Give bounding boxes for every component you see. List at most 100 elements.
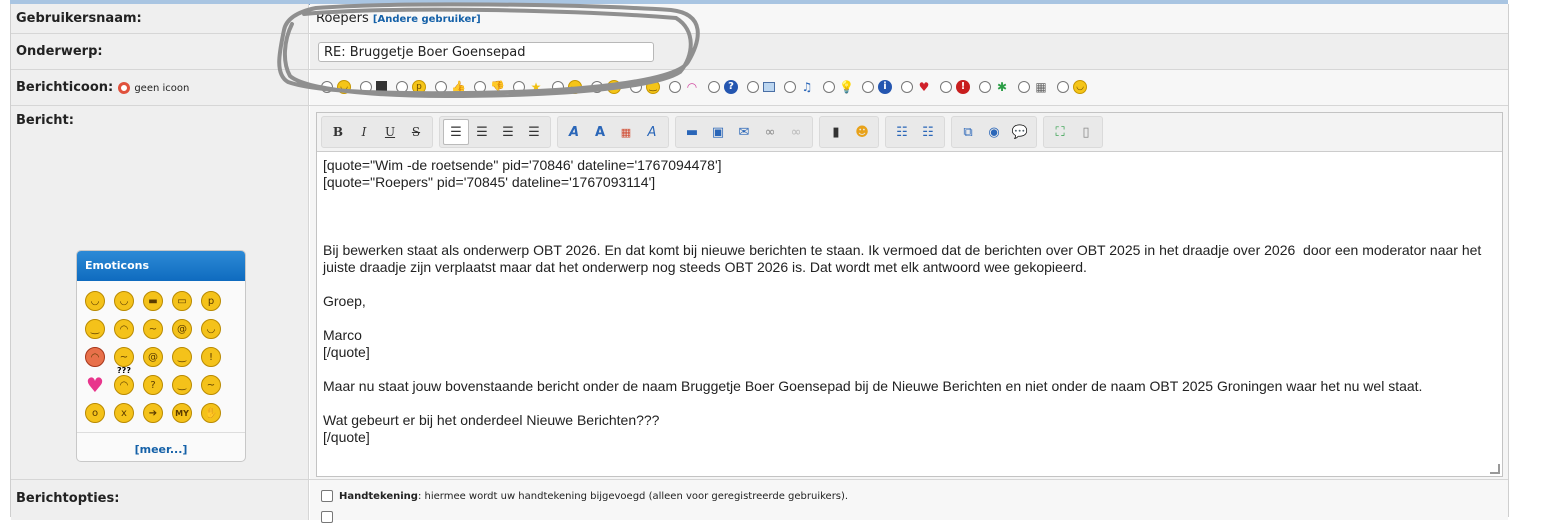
emoticon-huh[interactable]: ??? ◠ xyxy=(114,366,134,395)
insert-image-button[interactable]: ▣ xyxy=(705,119,731,145)
format-group: B I U S xyxy=(321,116,433,148)
emoticon-angel[interactable]: ◡ xyxy=(201,319,221,339)
emoticon-angry[interactable]: ◠ xyxy=(85,347,105,367)
icon-radio[interactable] xyxy=(979,81,991,93)
emoticon-my[interactable]: MY xyxy=(172,403,192,423)
subject-label: Onderwerp: xyxy=(11,34,309,69)
emoticon-confused[interactable]: ~ xyxy=(143,319,163,339)
horizontal-rule-button[interactable]: ▬ xyxy=(679,119,705,145)
emoticon-dizzy[interactable]: @ xyxy=(143,347,163,367)
emoticon-wink[interactable]: ‿ xyxy=(85,319,105,339)
emoticon-smile[interactable]: ◡ xyxy=(85,291,105,311)
emoticons-title: Emoticons xyxy=(77,251,245,281)
ordered-list-button[interactable]: ☷ xyxy=(915,119,941,145)
message-icon-row: Berichticoon: geen icoon ◡ p 👍 👎 ★ ◡ o ‿… xyxy=(11,70,1508,106)
icon-radio[interactable] xyxy=(823,81,835,93)
bullet-list-button[interactable]: ☷ xyxy=(889,119,915,145)
icon-radio[interactable] xyxy=(552,81,564,93)
emoticon-worried[interactable]: ~ xyxy=(114,347,134,367)
strikethrough-button[interactable]: S xyxy=(403,119,429,145)
options-label: Berichtopties: xyxy=(11,480,309,520)
message-textarea[interactable]: [quote="Wim -de roetsende" pid='70846' d… xyxy=(323,157,1496,446)
font-button[interactable]: A xyxy=(561,119,587,145)
icon-radio[interactable] xyxy=(513,81,525,93)
quote-button[interactable]: 💬 xyxy=(1007,119,1033,145)
icon-radio[interactable] xyxy=(1057,81,1069,93)
emoticon-idea[interactable]: ? xyxy=(143,375,163,395)
emoticon-heart[interactable]: ♥ xyxy=(85,373,105,397)
align-group: ☰ ☰ ☰ ☰ xyxy=(439,116,551,148)
icon-radio[interactable] xyxy=(901,81,913,93)
align-right-button[interactable]: ☰ xyxy=(495,119,521,145)
signature-checkbox[interactable] xyxy=(321,490,333,502)
block-group: ⧉ ◉ 💬 xyxy=(951,116,1037,148)
no-icon-radio[interactable] xyxy=(117,81,130,94)
font-size-button[interactable]: A xyxy=(587,119,613,145)
emoticon-arrow[interactable]: ➔ xyxy=(143,403,163,423)
php-button[interactable]: ◉ xyxy=(981,119,1007,145)
insert-email-button[interactable]: ✉ xyxy=(731,119,757,145)
subject-input[interactable] xyxy=(318,42,654,62)
emoticon-sick[interactable]: x xyxy=(114,403,134,423)
icon-radio[interactable] xyxy=(708,81,720,93)
emoticon-sleepy[interactable]: ‿ xyxy=(172,347,192,367)
icon-radio[interactable] xyxy=(591,81,603,93)
icon-radio[interactable] xyxy=(435,81,447,93)
other-user-link[interactable]: [Andere gebruiker] xyxy=(373,14,481,25)
icon-radio[interactable] xyxy=(1018,81,1030,93)
icon-radio[interactable] xyxy=(669,81,681,93)
icon-radio[interactable] xyxy=(862,81,874,93)
icon-radio[interactable] xyxy=(747,81,759,93)
second-option-checkbox[interactable] xyxy=(321,511,333,523)
emoticon-cool[interactable]: ▬ xyxy=(143,291,163,311)
emoticon-at[interactable]: @ xyxy=(172,319,192,339)
info-icon: i xyxy=(878,80,892,94)
maximize-icon: ⛶ xyxy=(1055,124,1065,140)
code-button[interactable]: ⧉ xyxy=(955,119,981,145)
emoticons-more-link[interactable]: [meer...] xyxy=(77,443,245,456)
code-icon: ⧉ xyxy=(963,124,973,140)
laugh-icon: ◡ xyxy=(1073,80,1087,94)
emoticon-smirk[interactable]: ‿ xyxy=(172,375,192,395)
video-icon: ▮ xyxy=(832,124,840,140)
unlink-button[interactable]: ∞ xyxy=(783,119,809,145)
underline-button[interactable]: U xyxy=(377,119,403,145)
emoticon-sad[interactable]: ◠ xyxy=(114,319,134,339)
emoticon-grin[interactable]: ▭ xyxy=(172,291,192,311)
maximize-button[interactable]: ⛶ xyxy=(1047,119,1073,145)
remove-format-icon: A xyxy=(647,124,657,140)
emoticons-divider xyxy=(77,432,245,433)
insert-video-button[interactable]: ▮ xyxy=(823,119,849,145)
emoticons-panel: Emoticons ◡ ◡ ▬ ▭ p ‿ ◠ ~ @ ◡ ◠ ~ @ ‿ ! … xyxy=(76,250,246,462)
emoticon-clap[interactable]: ✋ xyxy=(201,403,221,423)
username-row: Gebruikersnaam: Roepers [Andere gebruike… xyxy=(11,4,1508,34)
bold-button[interactable]: B xyxy=(325,119,351,145)
insert-emoticon-button[interactable]: ☻ xyxy=(849,119,875,145)
emoticon-shy[interactable]: ~ xyxy=(201,375,221,395)
icon-radio[interactable] xyxy=(396,81,408,93)
emoticon-happy[interactable]: ◡ xyxy=(114,291,134,311)
align-left-button[interactable]: ☰ xyxy=(443,119,469,145)
message-icon-label-cell: Berichticoon: geen icoon xyxy=(11,70,309,105)
icon-radio[interactable] xyxy=(321,81,333,93)
justify-button[interactable]: ☰ xyxy=(521,119,547,145)
emoticon-crying[interactable]: o xyxy=(85,403,105,423)
resize-handle[interactable] xyxy=(1490,464,1500,474)
icon-radio[interactable] xyxy=(630,81,642,93)
emoticon-exclamation[interactable]: ! xyxy=(201,347,221,367)
insert-link-button[interactable]: ∞ xyxy=(757,119,783,145)
font-icon: A xyxy=(568,124,580,140)
remove-format-button[interactable]: A xyxy=(639,119,665,145)
emoticon-tongue[interactable]: p xyxy=(201,291,221,311)
align-center-button[interactable]: ☰ xyxy=(469,119,495,145)
icon-radio[interactable] xyxy=(940,81,952,93)
italic-button[interactable]: I xyxy=(351,119,377,145)
other-user-link-text: Andere gebruiker xyxy=(377,14,477,25)
username-label: Gebruikersnaam: xyxy=(11,4,309,33)
source-mode-button[interactable]: ▯ xyxy=(1073,119,1099,145)
icon-radio[interactable] xyxy=(784,81,796,93)
icon-radio[interactable] xyxy=(474,81,486,93)
color-button[interactable]: ▦ xyxy=(613,119,639,145)
message-editor: B I U S ☰ ☰ ☰ ☰ A A ▦ A ▬ ▣ ✉ ∞ ∞ ▮ ☻ ☷ … xyxy=(316,112,1503,477)
icon-radio[interactable] xyxy=(360,81,372,93)
